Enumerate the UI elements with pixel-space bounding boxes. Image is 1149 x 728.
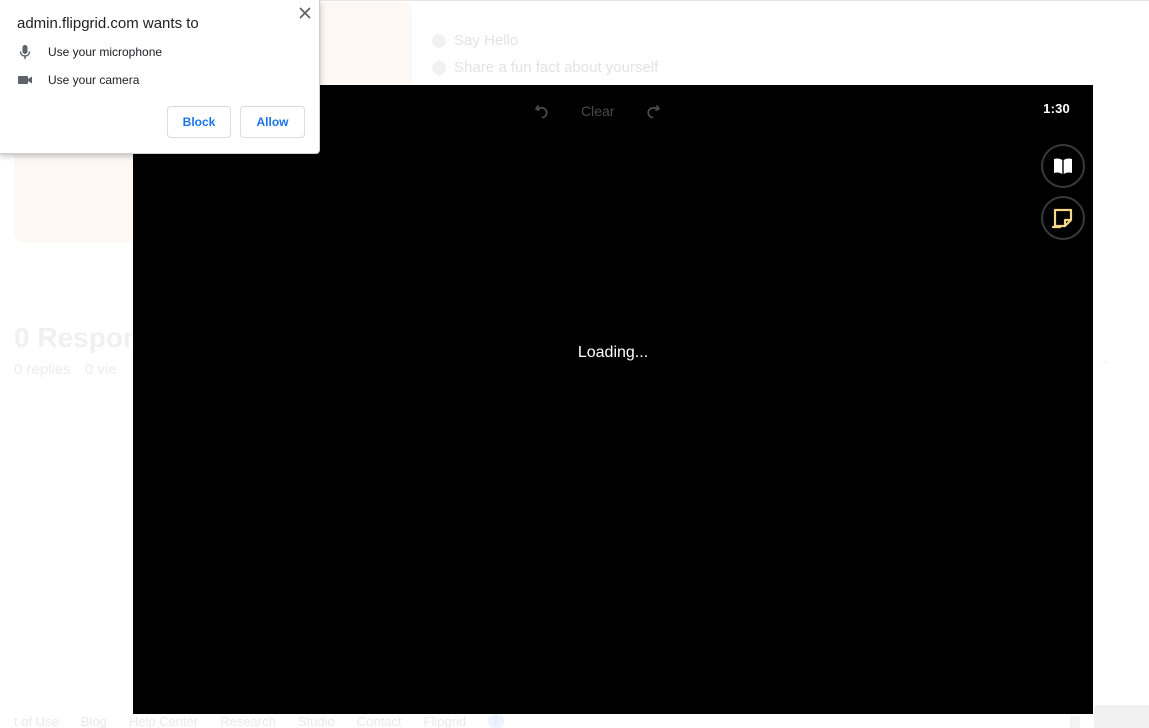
permission-label: Use your camera: [48, 73, 140, 87]
microphone-icon: [17, 44, 33, 60]
views-count: 0 vie: [84, 361, 117, 378]
close-icon: [299, 7, 311, 19]
redo-icon: [647, 105, 661, 119]
footer-links: t of Use Blog Help Center Research Studi…: [0, 714, 1149, 728]
permission-microphone: Use your microphone: [17, 44, 162, 60]
loading-text: Loading...: [577, 344, 649, 361]
allow-button[interactable]: Allow: [240, 106, 305, 138]
video-recorder: Clear 1:30 Loading...: [133, 85, 1093, 714]
footer-link: t of Use: [14, 714, 59, 728]
sticky-note-button[interactable]: [1041, 196, 1085, 240]
prompt-item: Say Hello: [432, 32, 518, 49]
side-link: ...: [1100, 352, 1111, 366]
prompt-text: Share a fun fact about yourself: [454, 59, 659, 76]
footer-control: [1094, 705, 1149, 728]
close-button[interactable]: [296, 4, 314, 22]
clear-button[interactable]: Clear: [581, 103, 614, 119]
footer-badge: +: [488, 714, 504, 728]
prompt-bullet-icon: [432, 33, 446, 48]
background-divider: [320, 0, 1149, 1]
permission-label: Use your microphone: [48, 45, 163, 59]
recorder-toolbar: Clear: [533, 99, 662, 123]
camera-icon: [17, 72, 33, 88]
replies-count: 0 replies: [14, 361, 71, 378]
sticky-note-icon: [1051, 208, 1073, 229]
immersive-reader-button[interactable]: [1041, 144, 1085, 188]
responses-heading: 0 Respon: [14, 322, 141, 353]
footer-control: [1070, 716, 1080, 728]
undo-button[interactable]: [533, 102, 551, 120]
page: Say Hello Share a fun fact about yoursel…: [0, 0, 1149, 728]
footer-link: Flipgrid: [423, 714, 467, 728]
undo-icon: [535, 105, 548, 119]
permission-camera: Use your camera: [17, 72, 139, 88]
footer-link: Research: [220, 714, 276, 728]
footer-link: Studio: [297, 714, 335, 728]
response-stats: 0 replies 0 vie: [14, 361, 116, 378]
prompt-text: Say Hello: [454, 32, 519, 49]
book-icon: [1054, 158, 1072, 174]
redo-button[interactable]: [644, 102, 662, 120]
prompt-item: Share a fun fact about yourself: [432, 59, 658, 76]
footer-link: Contact: [356, 714, 402, 728]
recording-timer: 1:30: [1043, 101, 1070, 116]
prompt-bullet-icon: [432, 60, 446, 75]
footer-link: Blog: [80, 714, 107, 728]
footer-link: Help Center: [128, 714, 199, 728]
popup-title: admin.flipgrid.com wants to: [17, 15, 199, 32]
block-button[interactable]: Block: [167, 106, 231, 138]
permission-popup: admin.flipgrid.com wants to Use your mic…: [0, 0, 320, 154]
